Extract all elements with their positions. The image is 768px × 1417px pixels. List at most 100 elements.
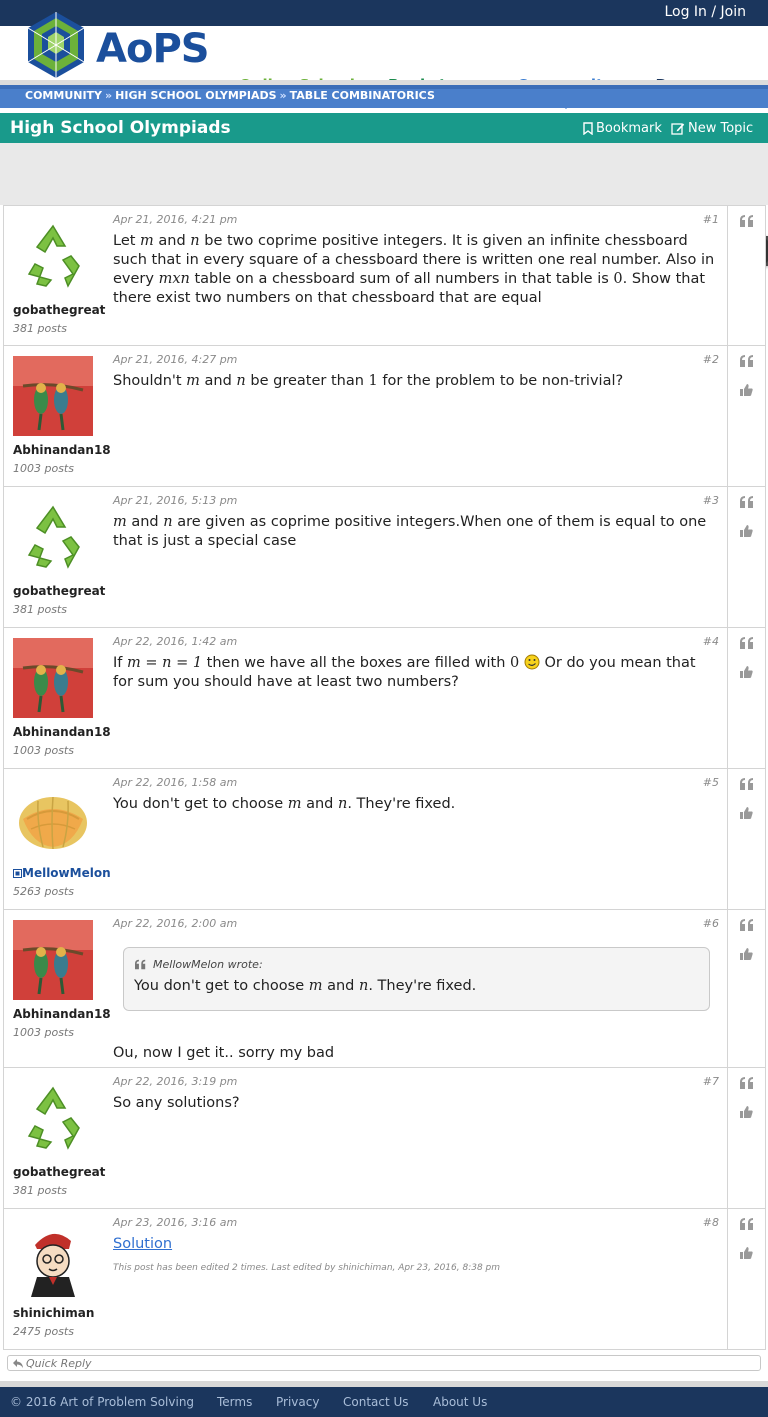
math-m: m — [287, 796, 302, 812]
quote-icon[interactable] — [739, 636, 755, 650]
forum-title-bar: High School Olympiads Bookmark New Topic — [0, 113, 768, 143]
post-number[interactable]: #5 — [703, 776, 719, 789]
top-bar: Log In / Join — [0, 0, 768, 26]
post-date[interactable]: Apr 21, 2016, 4:21 pm — [113, 213, 237, 226]
post-username[interactable]: Abhinandan18 — [13, 443, 111, 457]
post-date[interactable]: Apr 22, 2016, 1:58 am — [113, 776, 237, 789]
thumbs-up-icon[interactable] — [739, 947, 753, 961]
breadcrumb-high-school-olympiads[interactable]: HIGH SCHOOL OLYMPIADS — [115, 89, 276, 102]
math-m: m — [308, 978, 323, 994]
solution-hide-link[interactable]: Solution — [113, 1236, 172, 1252]
post-text: are given as coprime positive integers.W… — [177, 514, 675, 530]
post-date[interactable]: Apr 22, 2016, 3:19 pm — [113, 1075, 237, 1088]
post-date[interactable]: Apr 22, 2016, 1:42 am — [113, 635, 237, 648]
post-body: So any solutions? — [113, 1094, 718, 1113]
math-n: n — [163, 514, 173, 530]
post-body: Ou, now I get it.. sorry my bad — [113, 1044, 718, 1063]
recycle-avatar — [27, 505, 80, 569]
login-link[interactable]: Log In / Join — [664, 4, 746, 20]
post-date[interactable]: Apr 23, 2016, 3:16 am — [113, 1216, 237, 1229]
post: gobathegreat 381 posts Apr 22, 2016, 3:1… — [3, 1068, 766, 1209]
post-actions — [727, 910, 765, 1067]
post-date[interactable]: Apr 22, 2016, 2:00 am — [113, 917, 237, 930]
quote-icon[interactable] — [739, 354, 755, 368]
post-username[interactable]: Abhinandan18 — [13, 725, 111, 739]
post-username[interactable]: gobathegreat — [13, 1165, 105, 1179]
math-n: n — [337, 796, 348, 812]
post-text: then we have all the boxes are filled wi… — [206, 655, 506, 671]
breadcrumb-separator: » — [105, 89, 113, 102]
post-date[interactable]: Apr 21, 2016, 4:27 pm — [113, 353, 237, 366]
post-username[interactable]: gobathegreat — [13, 303, 105, 317]
post-count: 2475 posts — [13, 1325, 74, 1338]
footer-link-about[interactable]: About Us — [433, 1395, 487, 1409]
math-n: n — [190, 233, 200, 249]
post-number[interactable]: #8 — [703, 1216, 719, 1229]
post-number[interactable]: #4 — [703, 635, 719, 648]
breadcrumb-bar: COMMUNITY» HIGH SCHOOL OLYMPIADS» TABLE CO… — [0, 85, 768, 108]
new-topic-button[interactable]: New Topic — [671, 121, 753, 136]
math-m: m — [140, 233, 154, 249]
thumbs-up-icon[interactable] — [739, 665, 753, 679]
forum-title[interactable]: High School Olympiads — [10, 118, 231, 138]
post-date[interactable]: Apr 21, 2016, 5:13 pm — [113, 494, 237, 507]
post-text: Ou, now I get it.. sorry my bad — [113, 1045, 335, 1061]
bookmark-button[interactable]: Bookmark — [583, 121, 662, 136]
post-body: m and n are given as coprime positive in… — [113, 513, 718, 551]
post-number[interactable]: #3 — [703, 494, 719, 507]
post-number[interactable]: #2 — [703, 353, 719, 366]
quote-icon[interactable] — [739, 777, 755, 791]
post-username[interactable]: gobathegreat — [13, 584, 105, 598]
admin-badge-icon — [13, 869, 22, 878]
quote-icon — [135, 959, 146, 970]
post-body: Let m and n be two coprime positive inte… — [113, 232, 718, 308]
quote-icon[interactable] — [739, 1076, 755, 1090]
thumbs-up-icon[interactable] — [739, 1246, 753, 1260]
post-text: and — [158, 233, 186, 249]
post-text: and — [131, 514, 159, 530]
quote-icon[interactable] — [739, 495, 755, 509]
math-m-eq-n-eq-1: m = n = 1 — [127, 655, 203, 671]
brand-name[interactable]: AoPS — [96, 26, 210, 72]
post-count: 5263 posts — [13, 885, 74, 898]
edit-note: This post has been edited 2 times. Last … — [113, 1263, 501, 1273]
reply-icon — [13, 1359, 23, 1368]
footer-link-privacy[interactable]: Privacy — [276, 1395, 319, 1409]
thumbs-up-icon[interactable] — [739, 1105, 753, 1119]
footer-link-contact[interactable]: Contact Us — [343, 1395, 409, 1409]
thumbs-up-icon[interactable] — [739, 806, 753, 820]
post-actions — [727, 628, 765, 768]
post-text: Or do you mean — [544, 655, 662, 671]
post-list: gobathegreat 381 posts Apr 21, 2016, 4:2… — [3, 205, 766, 1350]
math-zero: 0 — [613, 271, 623, 287]
post-number[interactable]: #1 — [703, 213, 719, 226]
birds-avatar — [13, 920, 93, 1000]
quote-icon[interactable] — [739, 214, 755, 228]
quote-author: MellowMelon wrote: — [153, 958, 263, 971]
thumbs-up-icon[interactable] — [739, 383, 753, 397]
post-count: 381 posts — [13, 322, 67, 335]
footer-link-terms[interactable]: Terms — [217, 1395, 252, 1409]
aops-logo-icon[interactable] — [24, 10, 88, 82]
post-username[interactable]: Abhinandan18 — [13, 1007, 111, 1021]
post-number[interactable]: #7 — [703, 1075, 719, 1088]
post-number[interactable]: #6 — [703, 917, 719, 930]
post-username[interactable]: shinichiman — [13, 1306, 94, 1320]
birds-avatar — [13, 356, 93, 436]
post-text: . Show — [622, 271, 671, 287]
math-m: m — [186, 373, 200, 389]
thumbs-up-icon[interactable] — [739, 524, 753, 538]
post-username[interactable]: MellowMelon — [13, 866, 111, 880]
post-text: and — [204, 373, 232, 389]
post-text: for the problem to be non-trivial? — [382, 373, 624, 389]
breadcrumb-community[interactable]: COMMUNITY — [25, 89, 102, 102]
post-body: Solution — [113, 1235, 718, 1254]
post-count: 1003 posts — [13, 1026, 74, 1039]
quick-reply-button[interactable]: Quick Reply — [7, 1355, 761, 1371]
post-actions — [727, 206, 765, 345]
quote-icon[interactable] — [739, 1217, 755, 1231]
quote-icon[interactable] — [739, 918, 755, 932]
math-m: m — [113, 514, 127, 530]
melon-avatar — [19, 796, 87, 850]
post-text: So any solutions? — [113, 1095, 240, 1111]
